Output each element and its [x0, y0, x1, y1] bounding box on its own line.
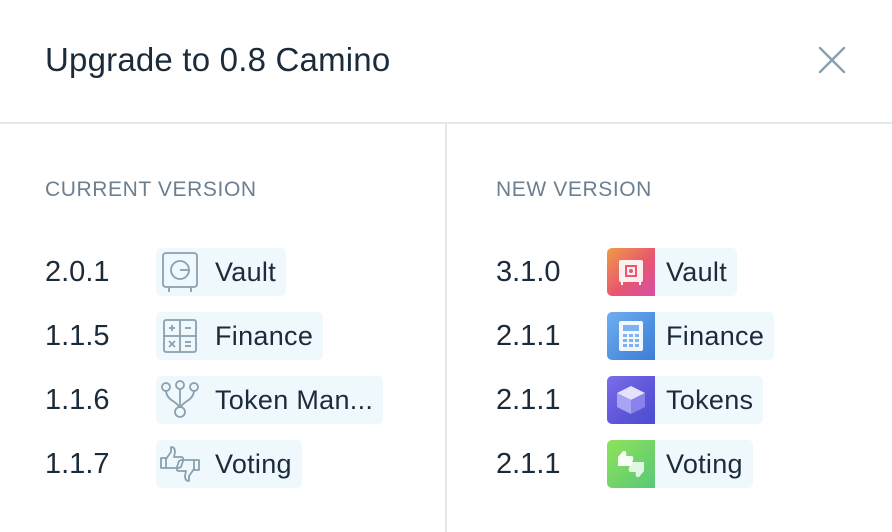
new-app-row-finance: 2.1.1 Finance — [496, 312, 775, 360]
current-version-number: 2.0.1 — [45, 256, 110, 288]
new-app-row-tokens: 2.1.1 Tokens — [496, 376, 764, 424]
vault-icon — [156, 248, 204, 296]
token-manager-icon — [156, 376, 204, 424]
app-chip-finance: Finance — [607, 312, 775, 360]
app-name: Voting — [215, 449, 292, 479]
thumbs-vote-icon — [156, 440, 204, 488]
upgrade-dialog: Upgrade to 0.8 Camino CURRENT VERSION 2.… — [0, 0, 892, 532]
current-app-row-token-manager: 1.1.6 Token Man... — [45, 376, 384, 424]
new-version-number: 3.1.0 — [496, 256, 561, 288]
new-app-row-voting: 2.1.1 Voting — [496, 440, 753, 488]
app-name: Finance — [215, 321, 314, 351]
dialog-header: Upgrade to 0.8 Camino — [0, 0, 892, 124]
close-button[interactable] — [810, 38, 854, 82]
app-chip-vault: Vault — [156, 248, 287, 296]
thumbs-vote-icon — [607, 440, 655, 488]
new-version-number: 2.1.1 — [496, 448, 561, 480]
app-chip-tokens: Tokens — [607, 376, 764, 424]
dialog-title: Upgrade to 0.8 Camino — [45, 41, 391, 78]
current-app-row-vault: 2.0.1 Vault — [45, 248, 287, 296]
new-version-number: 2.1.1 — [496, 320, 561, 352]
calculator-icon — [607, 312, 655, 360]
current-app-row-finance: 1.1.5 Finance — [45, 312, 324, 360]
calculator-icon — [156, 312, 204, 360]
current-version-column: CURRENT VERSION 2.0.1 Vault 1.1.5 Financ… — [0, 124, 445, 532]
app-name: Voting — [666, 449, 743, 479]
app-chip-token-manager: Token Man... — [156, 376, 384, 424]
new-version-column: NEW VERSION 3.1.0 Vault 2.1.1 Finance 2.… — [447, 124, 892, 532]
app-chip-voting: Voting — [607, 440, 753, 488]
current-version-number: 1.1.7 — [45, 448, 110, 480]
app-name: Token Man... — [215, 385, 374, 415]
app-name: Finance — [666, 321, 765, 351]
app-name: Tokens — [666, 385, 754, 415]
app-chip-vault: Vault — [607, 248, 738, 296]
current-app-row-voting: 1.1.7 Voting — [45, 440, 302, 488]
cube-icon — [607, 376, 655, 424]
current-version-heading: CURRENT VERSION — [45, 178, 257, 201]
app-name: Vault — [666, 257, 728, 287]
new-app-row-vault: 3.1.0 Vault — [496, 248, 738, 296]
app-chip-finance: Finance — [156, 312, 324, 360]
current-version-number: 1.1.5 — [45, 320, 110, 352]
app-name: Vault — [215, 257, 277, 287]
new-version-number: 2.1.1 — [496, 384, 561, 416]
app-chip-voting: Voting — [156, 440, 302, 488]
close-icon — [818, 46, 846, 74]
current-version-number: 1.1.6 — [45, 384, 110, 416]
new-version-heading: NEW VERSION — [496, 178, 652, 201]
vault-icon — [607, 248, 655, 296]
